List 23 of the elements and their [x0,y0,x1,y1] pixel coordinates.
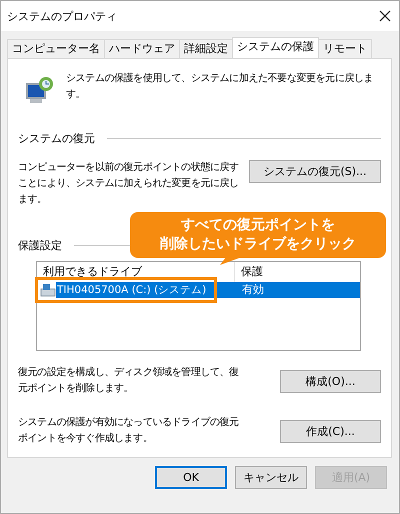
drive-row[interactable]: TIH0405700A (C:) (システム) 有効 [39,282,360,298]
group-heading: 保護設定 [18,238,62,253]
dialog-button[interactable]: OK [155,466,227,489]
close-icon[interactable] [379,10,391,22]
column-header[interactable]: 保護 [235,262,263,282]
action-text: 復元の設定を構成し、ディスク領域を管理して、復元ポイントを削除します。 [18,366,240,396]
callout-text: 削除したいドライブをクリック [160,235,356,254]
window-title: システムのプロパティ [7,8,117,24]
restore-text: コンピューターを以前の復元ポイントの状態に戻すことにより、システムに加えられた変更を元に戻します。 [18,160,240,207]
callout-text: すべての復元ポイントを [181,216,335,235]
tab[interactable]: コンピューター名 [7,39,105,58]
action-text: システムの保護が有効になっているドライブの復元ポイントを今すぐ作成します。 [18,416,240,446]
protection-status: 有効 [236,282,360,298]
group-heading: システムの復元 [18,131,95,146]
system-restore-button[interactable]: システムの復元(S)... [249,160,381,183]
drive-icon [40,283,56,297]
tab[interactable]: システムの保護 [232,37,319,58]
dialog-button[interactable]: キャンセル [235,466,307,489]
intro-text: システムの保護を使用して、システムに加えた不要な変更を元に戻します。 [66,72,374,102]
tab[interactable]: リモート [318,39,372,58]
action-button[interactable]: 作成(C)... [280,420,381,442]
drive-name: TIH0405700A (C:) (システム) [56,282,236,298]
action-button[interactable]: 構成(O)... [280,370,381,392]
